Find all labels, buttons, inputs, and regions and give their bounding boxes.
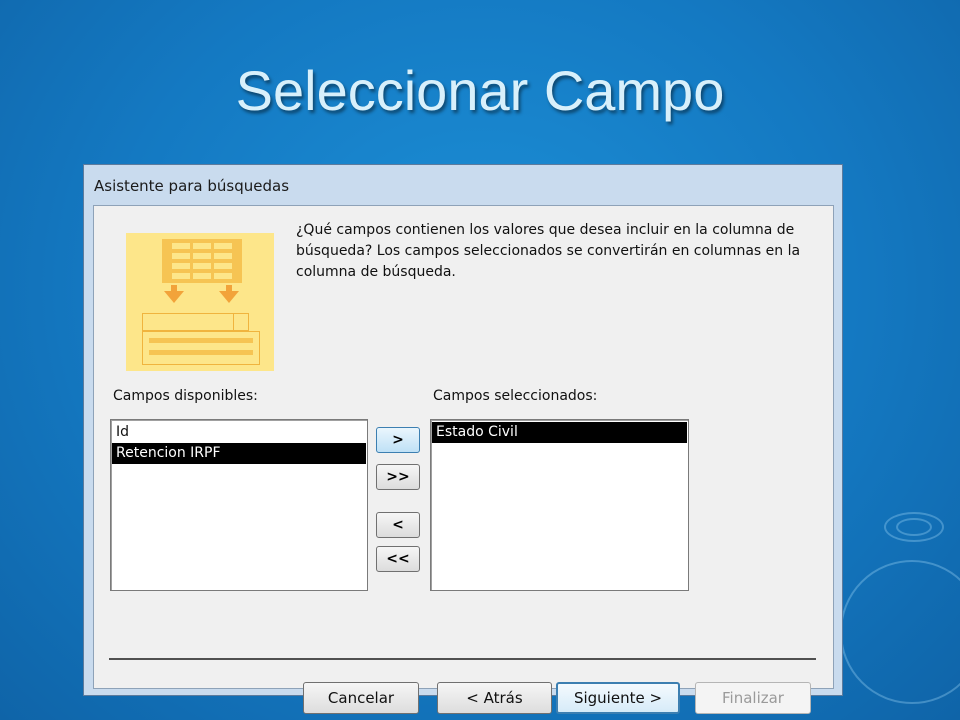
next-button[interactable]: Siguiente > — [556, 682, 680, 714]
lookup-wizard-dialog: Asistente para búsquedas ¿Qué campos con… — [83, 164, 843, 714]
selected-fields-label: Campos seleccionados: — [433, 388, 598, 404]
decorative-swirl — [840, 560, 960, 704]
cancel-button[interactable]: Cancelar — [303, 682, 419, 714]
selected-fields-list[interactable]: Estado Civil — [430, 419, 689, 591]
slide-title: Seleccionar Campo — [235, 59, 725, 122]
available-fields-list[interactable]: Id Retencion IRPF — [110, 419, 368, 591]
divider — [109, 658, 816, 660]
list-item[interactable]: Retencion IRPF — [112, 443, 366, 464]
back-button[interactable]: < Atrás — [437, 682, 552, 714]
dialog-body: ¿Qué campos contienen los valores que de… — [93, 205, 834, 714]
available-fields-label: Campos disponibles: — [113, 388, 258, 404]
decorative-swirl — [896, 518, 932, 536]
wizard-question: ¿Qué campos contienen los valores que de… — [296, 222, 801, 280]
add-all-fields-button[interactable]: >> — [376, 464, 420, 490]
remove-field-button[interactable]: < — [376, 512, 420, 538]
wizard-illustration-icon — [126, 233, 274, 371]
dialog-title: Asistente para búsquedas — [94, 177, 290, 195]
add-field-button[interactable]: > — [376, 427, 420, 453]
finish-button[interactable]: Finalizar — [695, 682, 811, 714]
remove-all-fields-button[interactable]: << — [376, 546, 420, 572]
list-item[interactable]: Estado Civil — [432, 422, 687, 443]
list-item[interactable]: Id — [112, 422, 366, 443]
